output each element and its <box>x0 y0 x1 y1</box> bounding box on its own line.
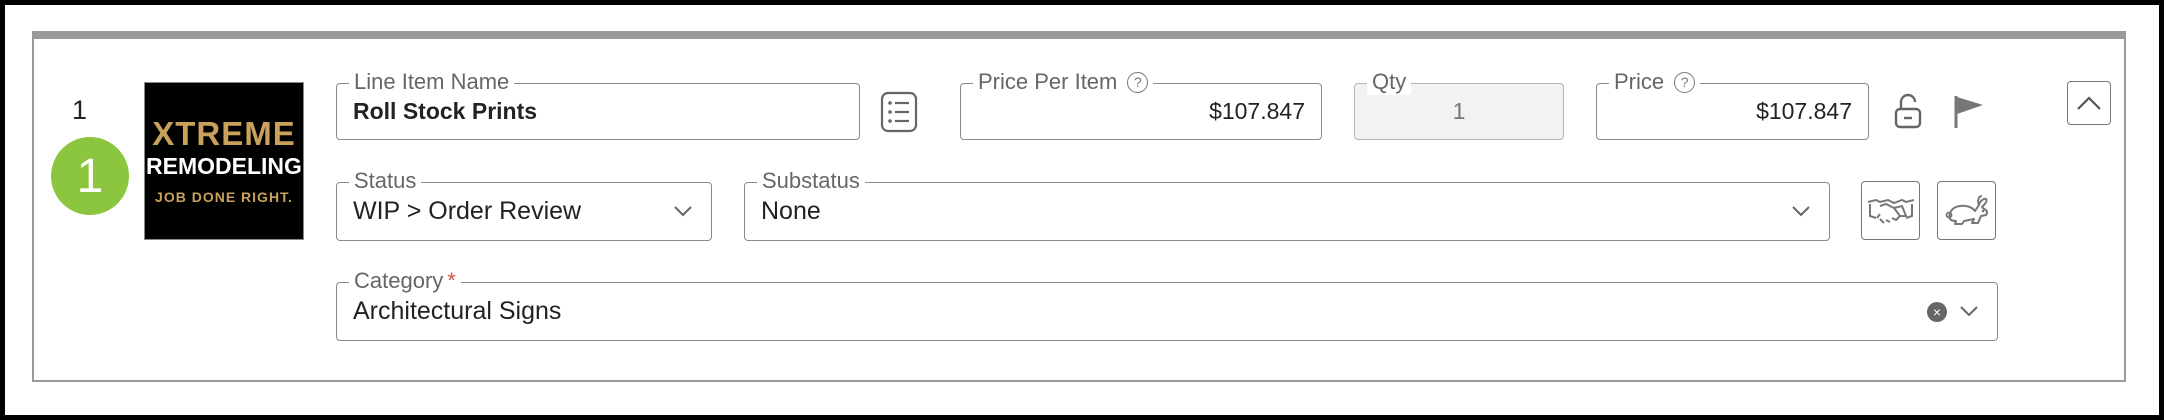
line-item-name-value: Roll Stock Prints <box>353 98 538 124</box>
qty-value: 1 <box>1452 98 1466 124</box>
line-item-number: 1 <box>72 95 88 125</box>
line-item-name-field[interactable]: Line Item Name Roll Stock Prints <box>336 69 860 140</box>
chevron-down-icon <box>1792 205 1810 216</box>
price-field[interactable]: Price ? $107.847 <box>1596 69 1869 140</box>
product-logo[interactable]: XTREME REMODELING JOB DONE RIGHT. <box>144 82 304 240</box>
rabbit-button[interactable] <box>1937 181 1996 240</box>
handshake-button[interactable] <box>1861 181 1920 240</box>
price-value: $107.847 <box>1756 98 1852 124</box>
collapse-button[interactable] <box>2067 81 2111 125</box>
chevron-down-icon <box>1960 305 1978 316</box>
chevron-up-icon <box>2077 96 2101 110</box>
list-icon[interactable] <box>880 91 918 133</box>
clear-circle-icon[interactable]: × <box>1927 301 1947 322</box>
status-value: WIP > Order Review <box>353 197 582 225</box>
chevron-down-icon <box>674 205 692 216</box>
logo-line3: JOB DONE RIGHT. <box>155 188 293 205</box>
substatus-value: None <box>761 197 821 225</box>
handshake-icon <box>1867 198 1914 224</box>
qty-field: Qty 1 <box>1354 69 1564 140</box>
category-select[interactable]: Category * Architectural Signs × <box>336 268 1998 341</box>
category-value: Architectural Signs <box>353 297 562 325</box>
rabbit-icon <box>1945 194 1988 225</box>
substatus-select[interactable]: Substatus None <box>744 168 1830 241</box>
line-item-badge: 1 <box>51 137 129 215</box>
unlock-icon[interactable] <box>1893 92 1923 130</box>
price-per-item-value: $107.847 <box>1209 98 1305 124</box>
logo-line1: XTREME <box>152 115 296 153</box>
status-select[interactable]: Status WIP > Order Review <box>336 168 712 241</box>
price-per-item-field[interactable]: Price Per Item ? $107.847 <box>960 69 1322 140</box>
logo-line2: REMODELING <box>146 153 302 180</box>
flag-icon[interactable] <box>1952 94 1986 130</box>
